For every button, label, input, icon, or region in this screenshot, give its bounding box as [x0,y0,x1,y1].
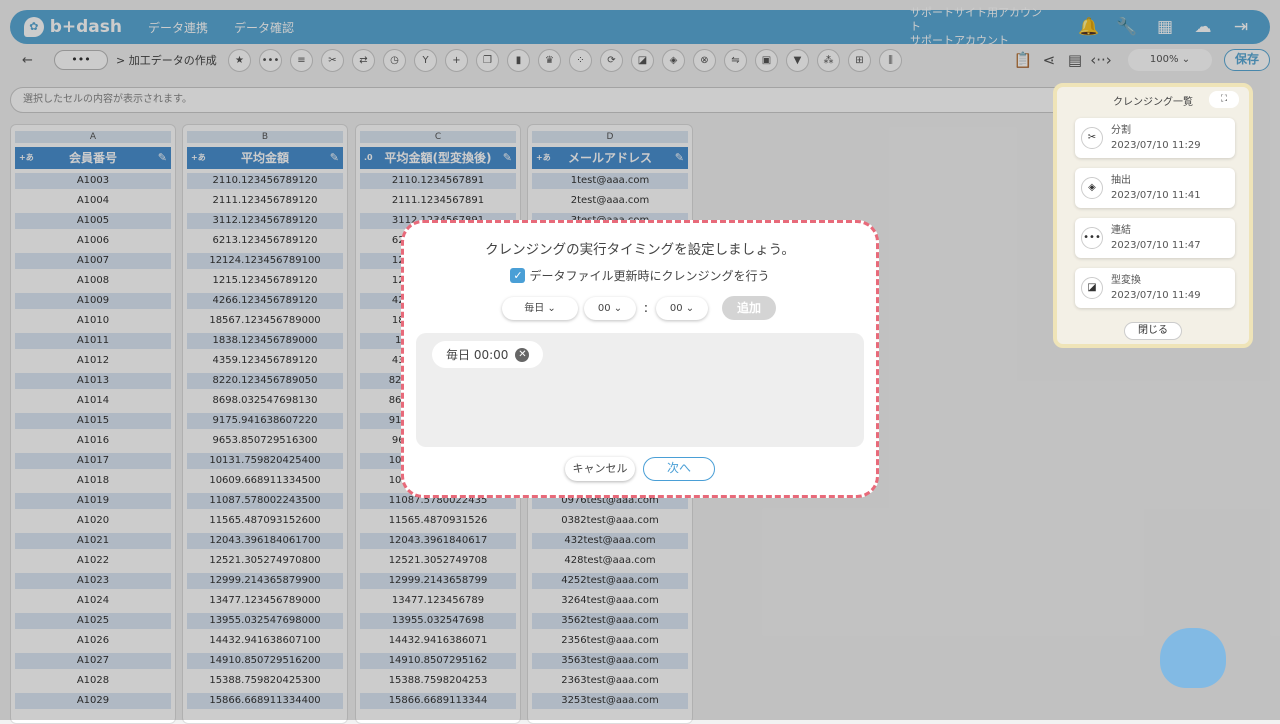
frequency-select[interactable]: 毎日 ⌄ [502,296,578,320]
convert-icon: ◪ [1081,277,1103,299]
schedule-list: 毎日 00:00 ✕ [416,333,864,447]
mascot-icon[interactable] [1160,628,1226,688]
cleansing-item[interactable]: ••• 連結 2023/07/10 11:47 [1075,218,1235,258]
cleansing-item[interactable]: ◈ 抽出 2023/07/10 11:41 [1075,168,1235,208]
schedule-tag: 毎日 00:00 ✕ [432,341,544,368]
modal-title: クレンジングの実行タイミングを設定しましょう。 [485,242,795,258]
cleansing-list-panel: クレンジング一覧 ⛶ ✂ 分割 2023/07/10 11:29 ◈ 抽出 2023/0… [1053,83,1253,348]
minute-select[interactable]: 00 ⌄ [656,296,708,320]
schedule-input-row: 毎日 ⌄ 00 ⌄ : 00 ⌄ 追加 [502,296,876,320]
remove-icon[interactable]: ✕ [515,347,530,362]
fullscreen-icon[interactable]: ⛶ [1209,91,1239,108]
scissors-icon: ✂ [1081,127,1103,149]
checkmark-icon: ✓ [510,268,526,283]
update-trigger-checkbox[interactable]: ✓ データファイル更新時にクレンジングを行う [404,267,876,284]
hour-select[interactable]: 00 ⌄ [584,296,636,320]
extract-icon: ◈ [1081,177,1103,199]
time-separator: : [643,300,649,316]
schedule-modal: クレンジングの実行タイミングを設定しましょう。 ✓ データファイル更新時にクレン… [401,220,879,498]
cancel-button[interactable]: キャンセル [565,457,635,481]
cleansing-item[interactable]: ✂ 分割 2023/07/10 11:29 [1075,118,1235,158]
next-button[interactable]: 次へ [643,457,715,481]
close-panel-button[interactable]: 閉じる [1124,322,1182,340]
concat-icon: ••• [1081,227,1103,249]
modal-actions: キャンセル 次へ [404,457,876,481]
add-button[interactable]: 追加 [722,296,776,320]
cleansing-item[interactable]: ◪ 型変換 2023/07/10 11:49 [1075,268,1235,308]
